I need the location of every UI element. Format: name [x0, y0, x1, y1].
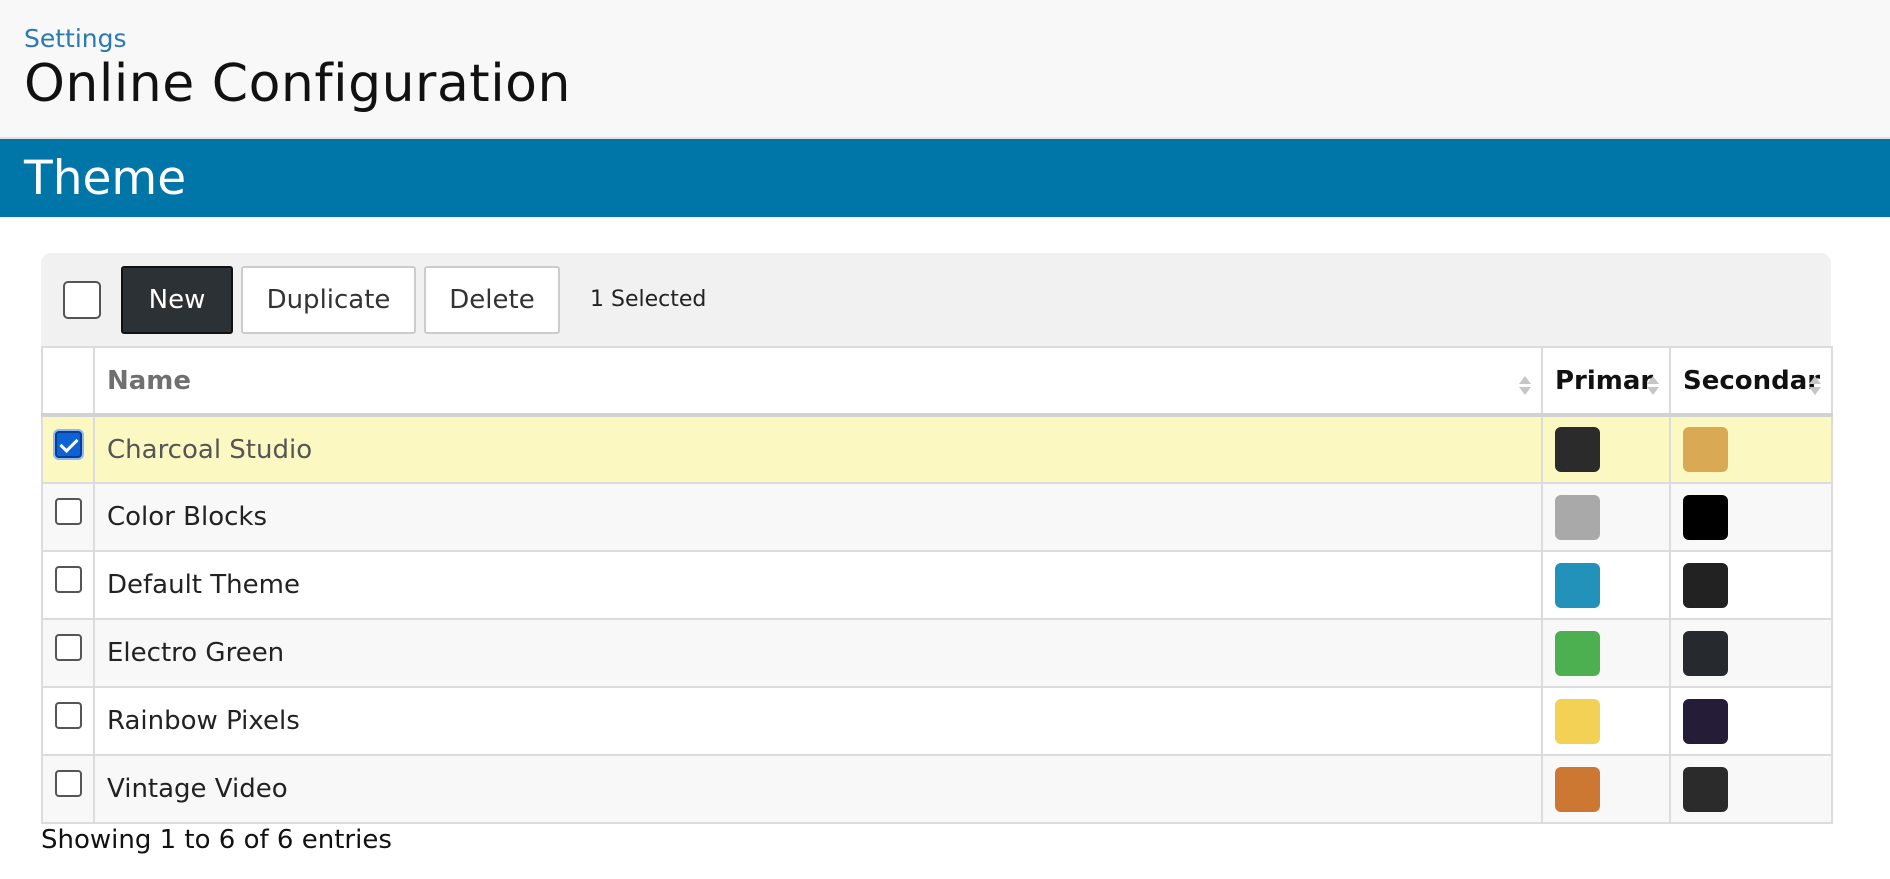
primary-color-swatch [1555, 630, 1600, 676]
table-row[interactable]: Charcoal Studio [41, 414, 1833, 484]
row-checkbox-cell [41, 686, 95, 756]
primary-color-swatch [1555, 698, 1600, 744]
sort-icon[interactable] [1809, 376, 1821, 396]
theme-name[interactable]: Default Theme [93, 550, 1543, 620]
column-header-primary[interactable]: Primar [1541, 346, 1671, 417]
primary-color-cell [1541, 618, 1671, 688]
primary-color-cell [1541, 482, 1671, 552]
toolbar: New Duplicate Delete 1 Selected [41, 253, 1831, 346]
secondary-color-cell [1669, 550, 1833, 620]
page-title: Online Configuration [24, 54, 571, 114]
row-checkbox-cell [41, 754, 95, 824]
theme-name[interactable]: Rainbow Pixels [93, 686, 1543, 756]
section-header: Theme [0, 139, 1890, 217]
secondary-color-swatch [1683, 630, 1728, 676]
secondary-color-cell [1669, 686, 1833, 756]
primary-color-swatch [1555, 427, 1600, 472]
duplicate-button[interactable]: Duplicate [241, 265, 416, 334]
secondary-color-swatch [1683, 562, 1728, 608]
primary-color-cell [1541, 414, 1671, 484]
theme-name[interactable]: Charcoal Studio [93, 414, 1543, 484]
theme-name[interactable]: Vintage Video [93, 754, 1543, 824]
row-checkbox[interactable] [54, 702, 82, 729]
select-all-checkbox[interactable] [63, 280, 101, 319]
row-checkbox-cell [41, 482, 95, 552]
section-title: Theme [24, 150, 187, 206]
sort-icon[interactable] [1519, 376, 1531, 396]
row-checkbox[interactable] [54, 634, 82, 661]
selected-count: 1 Selected [590, 287, 707, 312]
new-button[interactable]: New [121, 265, 233, 334]
secondary-color-cell [1669, 754, 1833, 824]
row-checkbox[interactable] [54, 566, 82, 593]
primary-color-swatch [1555, 766, 1600, 812]
row-checkbox[interactable] [54, 430, 82, 458]
row-checkbox-cell [41, 618, 95, 688]
secondary-color-cell [1669, 482, 1833, 552]
row-checkbox[interactable] [54, 770, 82, 797]
secondary-color-swatch [1683, 766, 1728, 812]
primary-color-swatch [1555, 494, 1600, 540]
sort-icon[interactable] [1647, 376, 1659, 396]
breadcrumb-settings[interactable]: Settings [24, 24, 127, 54]
secondary-color-cell [1669, 618, 1833, 688]
column-header-primary-label: Primar [1555, 365, 1654, 396]
primary-color-cell [1541, 686, 1671, 756]
primary-color-cell [1541, 754, 1671, 824]
secondary-color-cell [1669, 414, 1833, 484]
primary-color-swatch [1555, 562, 1600, 608]
secondary-color-swatch [1683, 427, 1728, 472]
table-header-row: Name Primar Secondar [41, 346, 1833, 417]
theme-name[interactable]: Electro Green [93, 618, 1543, 688]
delete-button[interactable]: Delete [424, 265, 560, 334]
page-header: Settings Online Configuration [0, 0, 1890, 139]
table-row[interactable]: Vintage Video [41, 754, 1833, 824]
theme-name[interactable]: Color Blocks [93, 482, 1543, 552]
table-row[interactable]: Rainbow Pixels [41, 686, 1833, 756]
table-row[interactable]: Default Theme [41, 550, 1833, 620]
theme-list-panel: New Duplicate Delete 1 Selected Name Pri… [41, 253, 1833, 824]
table-row[interactable]: Color Blocks [41, 482, 1833, 552]
row-checkbox[interactable] [54, 498, 82, 525]
primary-color-cell [1541, 550, 1671, 620]
secondary-color-swatch [1683, 494, 1728, 540]
table-row[interactable]: Electro Green [41, 618, 1833, 688]
row-checkbox-cell [41, 414, 95, 484]
table-info: Showing 1 to 6 of 6 entries [41, 825, 392, 855]
row-checkbox-cell [41, 550, 95, 620]
column-header-name[interactable]: Name [93, 346, 1543, 417]
column-header-name-label: Name [107, 365, 192, 396]
secondary-color-swatch [1683, 698, 1728, 744]
header-checkbox-column [41, 346, 95, 417]
column-header-secondary-label: Secondar [1683, 365, 1821, 396]
column-header-secondary[interactable]: Secondar [1669, 346, 1833, 417]
themes-table: Name Primar Secondar Charcoal Studio Colo… [41, 346, 1833, 824]
